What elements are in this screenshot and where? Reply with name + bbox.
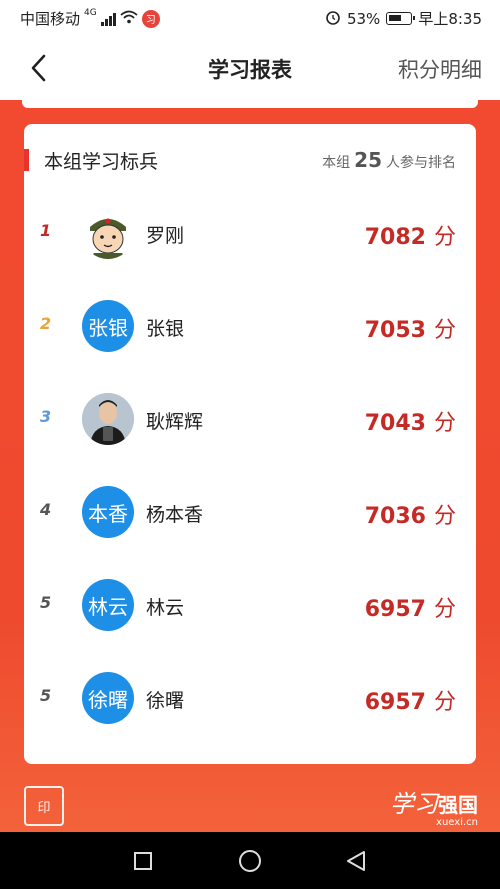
score-value: 6957: [364, 597, 426, 622]
previous-card-edge: [22, 100, 478, 108]
clock: 早上8:35: [418, 10, 482, 28]
member-score: 7082 分: [365, 219, 456, 251]
member-name: 杨本香: [146, 504, 204, 526]
score-unit: 分: [433, 411, 456, 436]
status-bar: 中国移动 4G 习 53% 早上8:35: [0, 0, 500, 36]
score-unit: 分: [433, 225, 456, 250]
xuexi-notification-icon: 习: [141, 9, 160, 28]
member-score: 7036 分: [365, 498, 456, 530]
avatar-initials: 林云: [82, 579, 134, 631]
wifi-icon: [120, 10, 138, 28]
avatar-initials: 徐曙: [82, 672, 134, 724]
battery-percent: 53%: [346, 9, 381, 28]
ranking-row[interactable]: 5 林云 林云 6957 分: [24, 573, 476, 637]
battery-icon: [386, 12, 416, 25]
rank-number: 4: [40, 500, 52, 519]
rank-number: 1: [40, 221, 52, 240]
member-score: 6957 分: [365, 591, 456, 623]
member-score: 7053 分: [365, 312, 456, 344]
rank-number: 5: [40, 593, 52, 612]
member-score: 7043 分: [365, 405, 456, 437]
score-unit: 分: [433, 504, 456, 529]
member-name: 罗刚: [146, 225, 185, 247]
score-value: 7053: [364, 318, 426, 343]
brand-script: 学习: [390, 790, 438, 818]
network-type: 4G: [84, 8, 97, 18]
rank-number: 5: [40, 686, 52, 705]
score-value: 7036: [364, 504, 426, 529]
rank-number: 2: [40, 314, 52, 333]
brand-logo: 学习强国 xuexi.cn: [390, 784, 478, 828]
ranking-row[interactable]: 5 徐曙 徐曙 6957 分: [24, 666, 476, 730]
score-value: 7043: [364, 411, 426, 436]
system-nav-bar: [0, 832, 500, 889]
score-unit: 分: [433, 318, 456, 343]
recent-apps-button[interactable]: [130, 848, 156, 874]
card-header: 本组学习标兵 本组 25 人参与排名: [24, 146, 476, 174]
back-nav-button[interactable]: [343, 848, 369, 874]
seal-stamp-icon: 印: [24, 786, 64, 826]
avatar-initials: 张银: [82, 300, 134, 352]
ranking-row[interactable]: 2 张银 张银 7053 分: [24, 294, 476, 358]
group-count: 25: [354, 148, 382, 172]
ranking-row[interactable]: 1 罗刚 7082 分: [24, 201, 476, 265]
score-value: 6957: [364, 690, 426, 715]
circle-icon: [239, 850, 261, 872]
alarm-icon: [325, 9, 341, 29]
rank-number: 3: [40, 407, 52, 426]
ranking-card: 本组学习标兵 本组 25 人参与排名 1 罗刚 7082 分 2 张银 张银 7053 分 3 耿辉…: [24, 124, 476, 764]
score-unit: 分: [433, 690, 456, 715]
member-name: 林云: [146, 597, 185, 619]
ranking-row[interactable]: 3 耿辉辉 7043 分: [24, 387, 476, 451]
avatar-photo: [82, 393, 134, 445]
status-right: 53% 早上8:35: [325, 8, 482, 29]
points-detail-link[interactable]: 积分明细: [398, 54, 482, 84]
member-name: 徐曙: [146, 690, 185, 712]
square-icon: [134, 852, 152, 870]
group-participant-info: 本组 25 人参与排名: [322, 148, 456, 172]
triangle-back-icon: [347, 851, 365, 871]
avatar-initials: 本香: [82, 486, 134, 538]
carrier-name: 中国移动: [20, 10, 81, 28]
member-name: 张银: [146, 318, 185, 340]
group-suffix: 人参与排名: [386, 155, 456, 171]
group-prefix: 本组: [322, 155, 351, 171]
app-header: 学习报表 积分明细: [0, 36, 500, 100]
accent-bar: [24, 149, 29, 171]
brand-name: 强国: [438, 793, 478, 817]
avatar-cartoon-soldier: [82, 207, 134, 259]
score-unit: 分: [433, 597, 456, 622]
card-title: 本组学习标兵: [44, 151, 159, 173]
home-button[interactable]: [237, 848, 263, 874]
score-value: 7082: [364, 225, 426, 250]
status-left: 中国移动 4G 习: [20, 8, 160, 29]
member-name: 耿辉辉: [146, 411, 204, 433]
member-score: 6957 分: [365, 684, 456, 716]
signal-icon: [100, 12, 116, 26]
ranking-row[interactable]: 4 本香 杨本香 7036 分: [24, 480, 476, 544]
